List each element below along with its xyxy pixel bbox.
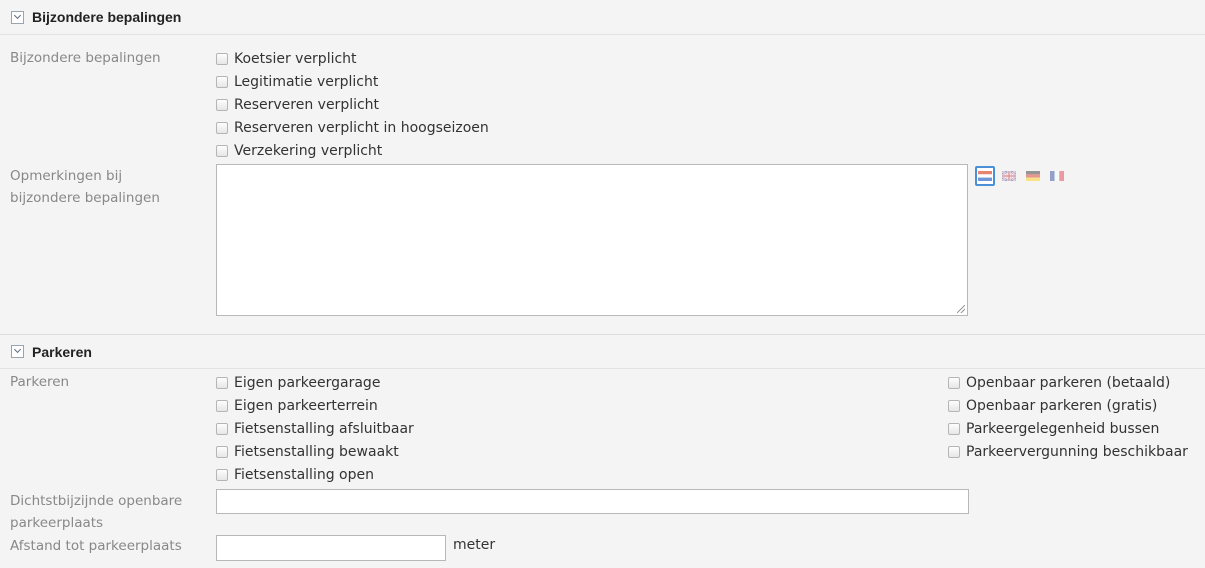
checkbox-label: Fietsenstalling afsluitbaar: [234, 420, 414, 437]
nl-flag-icon[interactable]: [975, 166, 995, 186]
checkbox-label: Fietsenstalling open: [234, 466, 374, 483]
checkbox-label: Legitimatie verplicht: [234, 73, 379, 90]
field-label-opmerkingen: Opmerkingen bij bijzondere bepalingen: [10, 168, 160, 206]
resize-grip-icon[interactable]: [957, 305, 965, 313]
checkbox-box[interactable]: [948, 376, 960, 389]
checkbox-box[interactable]: [216, 422, 228, 435]
remarks-textarea[interactable]: [216, 164, 968, 316]
checkbox-box[interactable]: [948, 399, 960, 412]
nearest-parking-input[interactable]: [216, 489, 969, 514]
checkbox-label: Fietsenstalling bewaakt: [234, 443, 399, 460]
checkbox-box[interactable]: [948, 422, 960, 435]
field-label-parkeren: Parkeren: [10, 374, 70, 390]
language-switcher: [975, 166, 1067, 186]
checkbox-box[interactable]: [948, 445, 960, 458]
checkbox-label: Eigen parkeerterrein: [234, 397, 378, 414]
checkbox-label: Parkeergelegenheid bussen: [966, 420, 1160, 437]
parkeren-checkbox-list-right: Openbaar parkeren (betaald) Openbaar par…: [948, 371, 1188, 463]
bijzondere-checkbox-list: Koetsier verplicht Legitimatie verplicht…: [216, 47, 489, 162]
section-header-parkeren[interactable]: Parkeren: [0, 334, 1205, 369]
checkbox-verzekering-verplicht[interactable]: Verzekering verplicht: [216, 139, 489, 162]
checkbox-box[interactable]: [216, 52, 228, 65]
de-flag-icon[interactable]: [1023, 166, 1043, 186]
fr-flag-icon[interactable]: [1047, 166, 1067, 186]
checkbox-openbaar-gratis[interactable]: Openbaar parkeren (gratis): [948, 394, 1188, 417]
distance-unit-label: meter: [453, 537, 496, 553]
checkbox-box[interactable]: [216, 376, 228, 389]
collapse-toggle-icon[interactable]: [11, 10, 24, 24]
checkbox-openbaar-betaald[interactable]: Openbaar parkeren (betaald): [948, 371, 1188, 394]
collapse-toggle-icon[interactable]: [11, 345, 24, 358]
checkbox-fietsenstalling-bewaakt[interactable]: Fietsenstalling bewaakt: [216, 440, 414, 463]
checkbox-box[interactable]: [216, 75, 228, 88]
checkbox-eigen-parkeerterrein[interactable]: Eigen parkeerterrein: [216, 394, 414, 417]
checkbox-label: Eigen parkeergarage: [234, 374, 381, 391]
checkbox-box[interactable]: [216, 98, 228, 111]
checkbox-fietsenstalling-open[interactable]: Fietsenstalling open: [216, 463, 414, 486]
checkbox-label: Openbaar parkeren (betaald): [966, 374, 1171, 391]
distance-input[interactable]: [216, 535, 446, 561]
checkbox-box[interactable]: [216, 144, 228, 157]
checkbox-label: Openbaar parkeren (gratis): [966, 397, 1158, 414]
checkbox-box[interactable]: [216, 468, 228, 481]
checkbox-label: Reserveren verplicht in hoogseizoen: [234, 119, 489, 136]
checkbox-fietsenstalling-afsluitbaar[interactable]: Fietsenstalling afsluitbaar: [216, 417, 414, 440]
checkbox-box[interactable]: [216, 121, 228, 134]
checkbox-box[interactable]: [216, 445, 228, 458]
section-title: Parkeren: [32, 343, 92, 360]
checkbox-parkeergelegenheid-bussen[interactable]: Parkeergelegenheid bussen: [948, 417, 1188, 440]
field-label-afstand: Afstand tot parkeerplaats: [10, 538, 182, 554]
checkbox-label: Verzekering verplicht: [234, 142, 383, 159]
checkbox-label: Reserveren verplicht: [234, 96, 380, 113]
parkeren-checkbox-list-left: Eigen parkeergarage Eigen parkeerterrein…: [216, 371, 414, 486]
checkbox-label: Parkeervergunning beschikbaar: [966, 443, 1188, 460]
checkbox-koetsier-verplicht[interactable]: Koetsier verplicht: [216, 47, 489, 70]
checkbox-label: Koetsier verplicht: [234, 50, 357, 67]
checkbox-legitimatie-verplicht[interactable]: Legitimatie verplicht: [216, 70, 489, 93]
field-label-bijzondere-bepalingen: Bijzondere bepalingen: [10, 50, 161, 66]
checkbox-box[interactable]: [216, 399, 228, 412]
checkbox-reserveren-hoogseizoen[interactable]: Reserveren verplicht in hoogseizoen: [216, 116, 489, 139]
section-title: Bijzondere bepalingen: [32, 9, 182, 25]
checkbox-reserveren-verplicht[interactable]: Reserveren verplicht: [216, 93, 489, 116]
checkbox-eigen-parkeergarage[interactable]: Eigen parkeergarage: [216, 371, 414, 394]
checkbox-parkeervergunning-beschikbaar[interactable]: Parkeervergunning beschikbaar: [948, 440, 1188, 463]
section-header-bijzondere-bepalingen[interactable]: Bijzondere bepalingen: [0, 0, 1205, 35]
en-flag-icon[interactable]: [999, 166, 1019, 186]
field-label-dichtstbijzijnde: Dichtstbijzijnde openbare parkeerplaats: [10, 493, 183, 531]
